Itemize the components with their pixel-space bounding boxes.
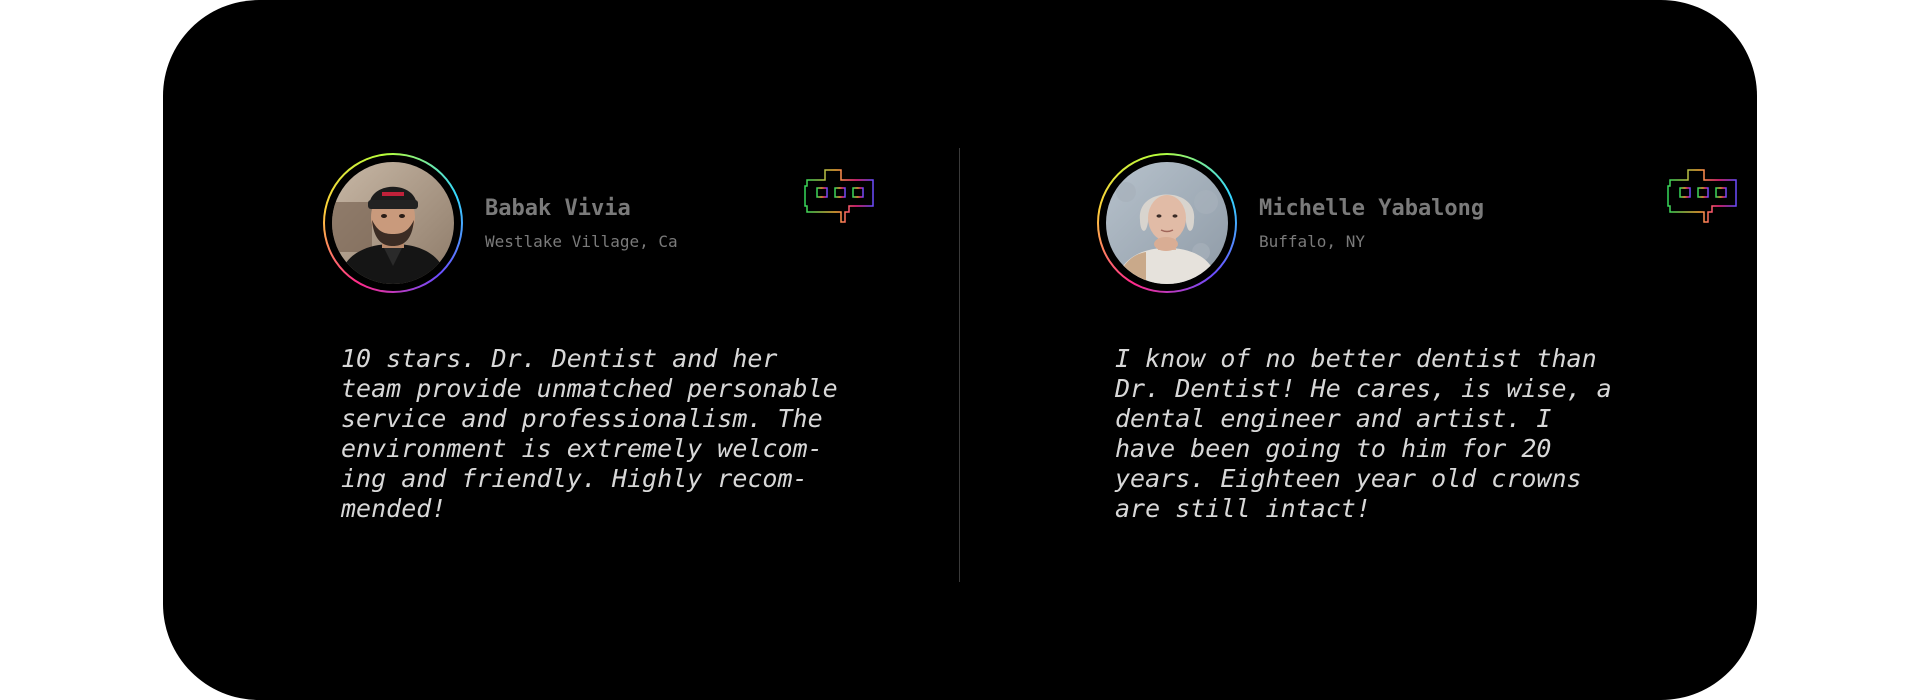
robot-icon — [803, 168, 877, 228]
testimonial-quote: 10 stars. Dr. Dentist and her team provi… — [341, 344, 838, 523]
testimonial-quote: I know of no better dentist than Dr. Den… — [1115, 344, 1612, 523]
reviewer-location: Buffalo, NY — [1259, 232, 1365, 251]
testimonials-panel: Babak Vivia Westlake Village, Ca 10 star — [163, 0, 1757, 700]
reviewer-location: Westlake Village, Ca — [485, 232, 678, 251]
robot-icon — [1666, 168, 1740, 228]
testimonial-card-2: Michelle Yabalong Buffalo, NY I know of — [1097, 0, 1737, 700]
avatar — [1097, 153, 1237, 293]
avatar-photo-man — [332, 162, 454, 284]
avatar-photo-woman — [1106, 162, 1228, 284]
reviewer-name: Babak Vivia — [485, 196, 631, 221]
avatar — [323, 153, 463, 293]
testimonial-card-1: Babak Vivia Westlake Village, Ca 10 star — [323, 0, 883, 700]
reviewer-name: Michelle Yabalong — [1259, 196, 1485, 221]
divider — [959, 148, 960, 582]
